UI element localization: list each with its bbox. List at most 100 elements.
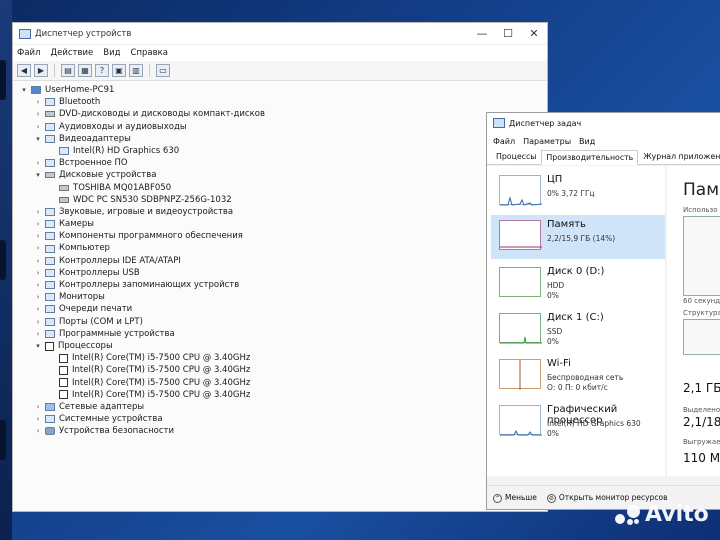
close-icon[interactable]: ✕ [521,27,547,40]
menu-file[interactable]: Файл [493,137,515,146]
chevron-right-icon[interactable]: › [33,242,43,254]
back-arrow-icon[interactable]: ◀ [17,64,31,77]
scan-hardware-icon[interactable]: ▥ [129,64,143,77]
dev-icon [45,207,55,216]
tree-node[interactable]: › Звуковые, игровые и видеоустройства [19,206,547,218]
console-tree-icon[interactable]: ▦ [78,64,92,77]
tree-node[interactable]: Intel(R) Core(TM) i5-7500 CPU @ 3.40GHz [19,352,547,364]
tree-node[interactable]: ▾ UserHome-PC91 [19,84,547,96]
cpu-icon [59,390,68,400]
tab-processes[interactable]: Процессы [491,149,541,164]
tree-node[interactable]: › Порты (COM и LPT) [19,316,547,328]
tree-node[interactable]: ▾ Процессоры [19,340,547,352]
forward-arrow-icon[interactable]: ▶ [34,64,48,77]
menu-file[interactable]: Файл [17,48,40,58]
tree-node[interactable]: › Контроллеры IDE ATA/ATAPI [19,255,547,267]
chevron-right-icon[interactable]: › [33,279,43,291]
tree-node-label: Контроллеры IDE ATA/ATAPI [59,255,181,266]
tree-node[interactable]: › Камеры [19,218,547,230]
tree-node[interactable]: › Системные устройства [19,413,547,425]
chevron-right-icon[interactable]: › [33,316,43,328]
tree-node[interactable]: Intel(R) Core(TM) i5-7500 CPU @ 3.40GHz [19,389,547,401]
tree-node[interactable]: › DVD-дисководы и дисководы компакт-диско… [19,108,547,120]
minimize-icon[interactable]: — [469,27,495,40]
help-icon[interactable]: ? [95,64,109,77]
dev-icon [45,317,55,326]
chevron-right-icon[interactable]: › [33,108,43,120]
tree-node[interactable]: › Компьютер [19,242,547,254]
update-driver-icon[interactable]: ▣ [112,64,126,77]
perf-item-memory[interactable]: Память 2,2/15,9 ГБ (14%) [491,215,665,259]
tree-node[interactable]: ▾ Видеоадаптеры [19,133,547,145]
seconds-label: 60 секунд [683,297,720,305]
tab-strip: Процессы Производительность Журнал прило… [487,149,720,165]
tree-node[interactable]: Intel(R) HD Graphics 630 [19,145,547,157]
chevron-right-icon[interactable]: › [33,328,43,340]
tree-node-label: Процессоры [58,340,113,351]
properties-icon[interactable]: ▤ [61,64,75,77]
tree-node[interactable]: › Компоненты программного обеспечения [19,230,547,242]
committed-value: 2,1/18, [683,415,720,429]
tree-node[interactable]: › Контроллеры USB [19,267,547,279]
menu-action[interactable]: Действие [50,48,93,58]
task-manager-titlebar[interactable]: Диспетчер задач [487,113,720,133]
perf-item-name: Диск 1 (C:) [547,312,604,323]
maximize-icon[interactable]: ☐ [495,27,521,40]
tree-node[interactable]: › Bluetooth [19,96,547,108]
tree-node[interactable]: Intel(R) Core(TM) i5-7500 CPU @ 3.40GHz [19,364,547,376]
tree-node-label: UserHome-PC91 [45,85,115,95]
chevron-right-icon[interactable]: › [33,425,43,437]
menu-options[interactable]: Параметры [523,137,571,146]
avito-watermark: Avito [615,502,709,527]
tree-node[interactable]: › Устройства безопасности [19,425,547,437]
menu-help[interactable]: Справка [131,48,168,58]
perf-item-gpu[interactable]: Графический процессор Intel(R) HD Graphi… [491,400,665,444]
tree-node[interactable]: › Встроенное ПО [19,157,547,169]
disk-icon [45,172,55,179]
chevron-right-icon[interactable]: › [33,218,43,230]
menu-view[interactable]: Вид [103,48,120,58]
tree-node[interactable]: › Контроллеры запоминающих устройств [19,279,547,291]
tree-node[interactable]: › Программные устройства [19,328,547,340]
chevron-right-icon[interactable]: › [33,230,43,242]
chevron-right-icon[interactable]: › [33,255,43,267]
tab-performance[interactable]: Производительность [541,150,639,165]
perf-item-disk1[interactable]: Диск 1 (C:) SSD 0% [491,308,665,352]
dev-icon [45,244,55,253]
chevron-right-icon[interactable]: › [33,157,43,169]
chevron-down-icon[interactable]: ▾ [33,169,43,181]
tree-node[interactable]: WDC PC SN530 SDBPNPZ-256G-1032 [19,194,547,206]
tree-node[interactable]: › Сетевые адаптеры [19,401,547,413]
device-manager-titlebar[interactable]: Диспетчер устройств — ☐ ✕ [13,23,547,45]
chevron-down-icon[interactable]: ▾ [33,340,43,352]
perf-item-sub: HDD [547,281,565,290]
chevron-right-icon[interactable]: › [33,96,43,108]
chevron-right-icon[interactable]: › [33,291,43,303]
open-resource-monitor-link[interactable]: ⊘ Открыть монитор ресурсов [546,493,668,503]
tree-node-label: TOSHIBA MQ01ABF050 [73,182,172,193]
chevron-right-icon[interactable]: › [33,303,43,315]
perf-item-disk0[interactable]: Диск 0 (D:) HDD 0% [491,262,665,306]
tree-node[interactable]: › Аудиовходы и аудиовыходы [19,121,547,133]
perf-item-sub: Intel(R) HD Graphics 630 [547,419,641,428]
perf-item-wifi[interactable]: Wi-Fi Беспроводная сеть О: 0 П: 0 кбит/с [491,354,665,398]
perf-item-sub2: О: 0 П: 0 кбит/с [547,383,608,392]
chevron-down-icon[interactable]: ▾ [33,133,43,145]
chevron-right-icon[interactable]: › [33,267,43,279]
fewer-details-button[interactable]: ⌃ Меньше [493,493,537,503]
tree-node[interactable]: ▾ Дисковые устройства [19,169,547,181]
monitor-icon[interactable]: ▭ [156,64,170,77]
perf-item-cpu[interactable]: ЦП 0% 3,72 ГГц [491,170,665,214]
tree-node[interactable]: › Мониторы [19,291,547,303]
menu-view[interactable]: Вид [579,137,595,146]
detail-heading: Пами [683,180,720,200]
tree-node[interactable]: › Очереди печати [19,303,547,315]
chevron-right-icon[interactable]: › [33,121,43,133]
chevron-right-icon[interactable]: › [33,206,43,218]
tree-node[interactable]: TOSHIBA MQ01ABF050 [19,182,547,194]
tab-app-history[interactable]: Журнал приложений [638,149,720,164]
chevron-right-icon[interactable]: › [33,413,43,425]
tree-node[interactable]: Intel(R) Core(TM) i5-7500 CPU @ 3.40GHz [19,377,547,389]
chevron-down-icon[interactable]: ▾ [19,84,29,96]
chevron-right-icon[interactable]: › [33,401,43,413]
